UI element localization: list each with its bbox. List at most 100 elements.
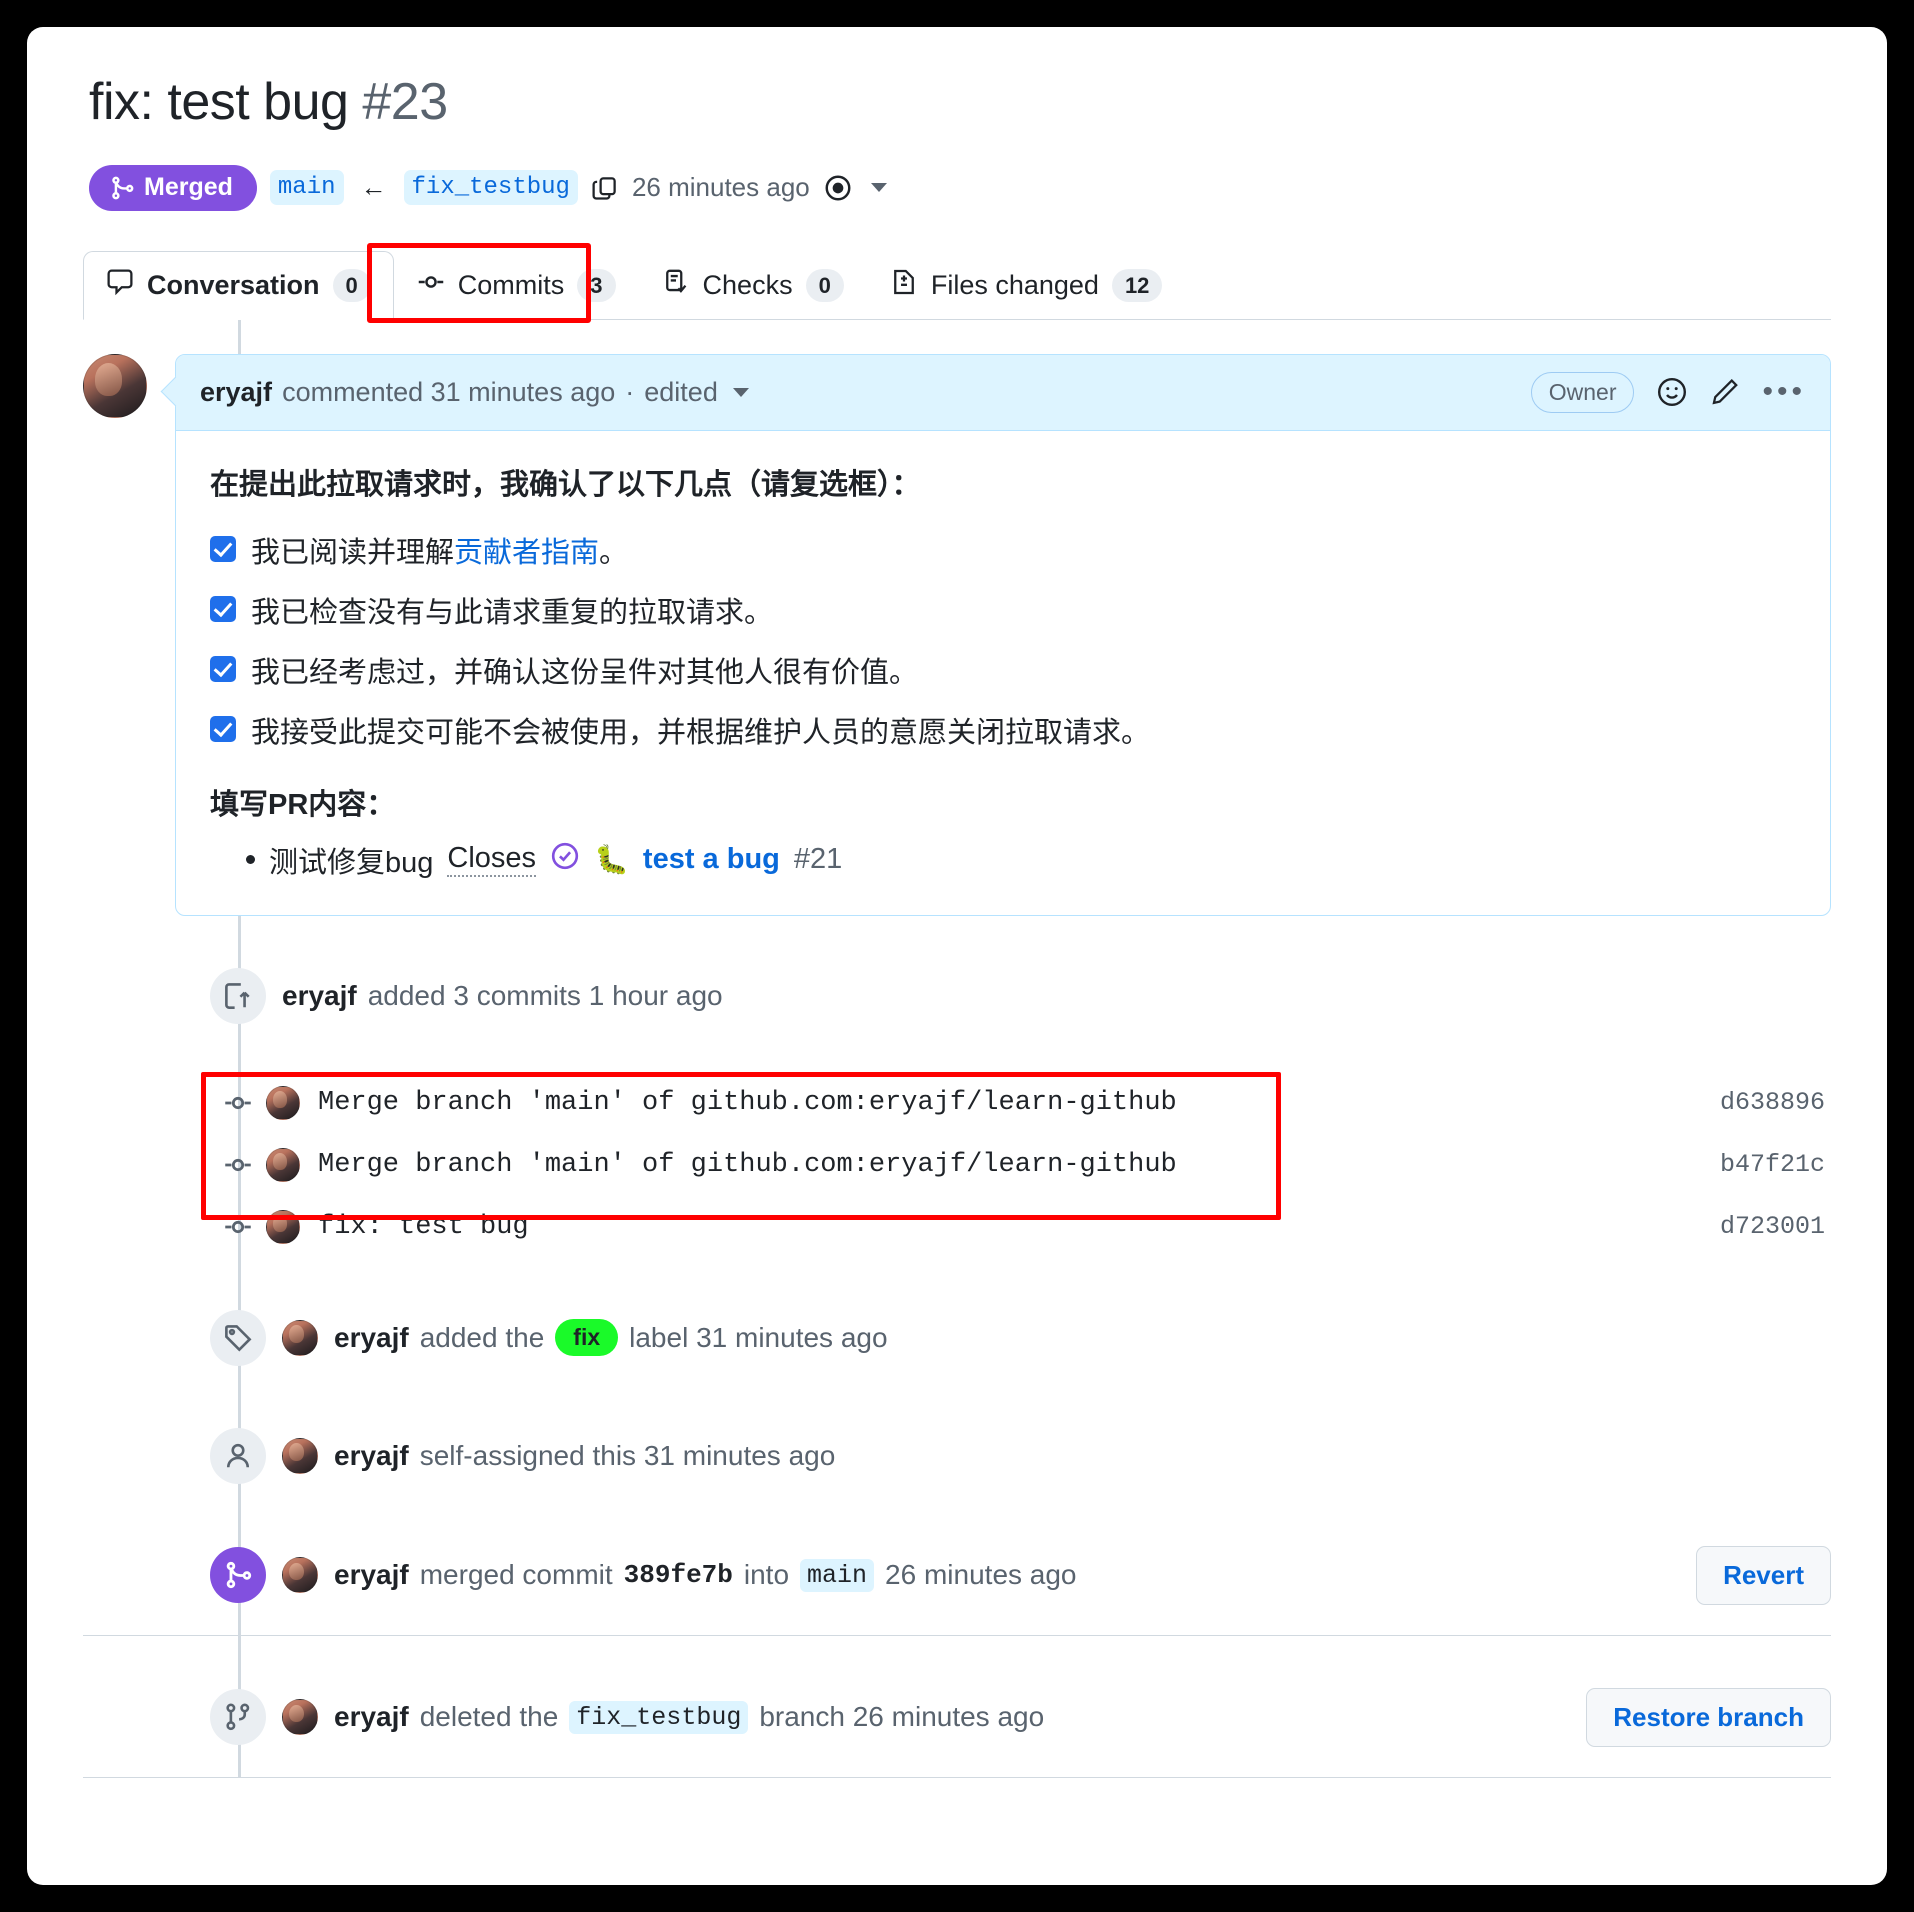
bullet-text: 测试修复bug <box>269 846 434 879</box>
checklist-item: 我已经考虑过，并确认这份呈件对其他人很有价值。 <box>210 649 1796 691</box>
commit-message[interactable]: Merge branch 'main' of github.com:eryajf… <box>318 1150 1177 1180</box>
comment-icon <box>106 268 134 303</box>
tab-files-changed-count: 12 <box>1111 268 1163 303</box>
checklist-item: 我已阅读并理解贡献者指南。 <box>210 529 1796 571</box>
person-icon <box>210 1427 266 1484</box>
avatar[interactable] <box>266 1147 300 1182</box>
comment-edited[interactable]: edited <box>644 377 718 408</box>
merged-target-branch[interactable]: main <box>800 1558 875 1592</box>
event-merged-text: eryajf merged commit 389fe7b into main 2… <box>334 1558 1077 1592</box>
event-pre-text: merged commit <box>419 1559 613 1591</box>
comment-body-title: 在提出此拉取请求时，我确认了以下几点（请复选框）： <box>210 468 921 501</box>
checkbox-checked[interactable] <box>210 655 236 682</box>
pr-tabs: Conversation 0 Commits 3 Checks 0 Files … <box>83 250 1831 320</box>
restore-branch-button[interactable]: Restore branch <box>1586 1687 1831 1747</box>
avatar[interactable] <box>266 1085 300 1120</box>
revert-button[interactable]: Revert <box>1696 1545 1831 1605</box>
event-author[interactable]: eryajf <box>334 1701 409 1733</box>
owner-badge: Owner <box>1530 371 1635 413</box>
comment-action: commented 31 minutes ago <box>282 376 616 407</box>
avatar[interactable] <box>266 1209 300 1244</box>
page-title: fix: test bug #23 <box>89 73 1887 133</box>
commit-icon <box>417 268 445 303</box>
event-deleted-branch: eryajf deleted the fix_testbug branch 26… <box>83 1687 1831 1747</box>
pr-meta-row: Merged main ← fix_testbug 26 minutes ago <box>89 164 1887 211</box>
comment-block: eryajf commented 31 minutes ago · edited… <box>83 353 1831 916</box>
checkbox-checked[interactable] <box>210 535 236 562</box>
checks-icon <box>662 268 690 303</box>
timeline-divider-bottom <box>83 1776 1831 1778</box>
checklist-item: 我接受此提交可能不会被使用，并根据维护人员的意愿关闭拉取请求。 <box>210 709 1796 751</box>
head-branch-chip[interactable]: fix_testbug <box>403 170 578 206</box>
comment-body: 在提出此拉取请求时，我确认了以下几点（请复选框）： 我已阅读并理解贡献者指南。 … <box>176 431 1830 915</box>
commit-sha[interactable]: b47f21c <box>1720 1150 1831 1179</box>
commit-message[interactable]: fix: test bug <box>318 1212 529 1242</box>
commit-node-icon <box>210 1088 266 1118</box>
event-added-commits: eryajf added 3 commits 1 hour ago <box>83 967 1831 1024</box>
base-branch-chip[interactable]: main <box>269 170 344 206</box>
comment-bullet-item: 测试修复bug Closes 🐛 test a bug #21 <box>246 839 1796 881</box>
avatar[interactable] <box>282 1437 318 1474</box>
pr-tabs-wrapper: Conversation 0 Commits 3 Checks 0 Files … <box>27 242 1887 323</box>
commit-node-icon <box>210 1150 266 1180</box>
issue-link[interactable]: test a bug <box>643 843 780 876</box>
event-assign-text: eryajf self-assigned this 31 minutes ago <box>334 1440 835 1472</box>
checklist-item-text: 我接受此提交可能不会被使用，并根据维护人员的意愿关闭拉取请求。 <box>251 716 1151 749</box>
emoji-reaction-icon[interactable] <box>1656 376 1688 408</box>
checklist-item-text: 我已经考虑过，并确认这份呈件对其他人很有价值。 <box>251 656 919 689</box>
merged-commit-sha[interactable]: 389fe7b <box>624 1560 733 1590</box>
event-post-text: 26 minutes ago <box>885 1559 1077 1591</box>
tab-commits[interactable]: Commits 3 <box>394 251 639 320</box>
avatar[interactable] <box>83 353 147 418</box>
commit-message[interactable]: Merge branch 'main' of github.com:eryajf… <box>318 1088 1177 1118</box>
tab-files-changed[interactable]: Files changed 12 <box>867 251 1186 320</box>
chevron-down-icon[interactable] <box>732 387 749 397</box>
merge-icon <box>210 1547 266 1604</box>
status-badge-label: Merged <box>144 173 233 202</box>
tab-conversation-count: 0 <box>332 268 371 303</box>
commit-sha[interactable]: d638896 <box>1720 1088 1831 1117</box>
comment-card: eryajf commented 31 minutes ago · edited… <box>175 353 1831 916</box>
commit-sha[interactable]: d723001 <box>1720 1212 1831 1241</box>
comment-separator: · <box>625 376 635 407</box>
copy-icon[interactable] <box>591 174 619 202</box>
chevron-down-icon[interactable] <box>870 183 887 193</box>
label-badge[interactable]: fix <box>555 1318 619 1357</box>
checklist-item-text: 我已检查没有与此请求重复的拉取请求。 <box>251 596 774 629</box>
branch-icon <box>210 1689 266 1746</box>
event-deleted-branch-text: eryajf deleted the fix_testbug branch 26… <box>334 1700 1044 1734</box>
commits-list: Merge branch 'main' of github.com:eryajf… <box>83 1071 1831 1258</box>
commit-node-icon <box>210 1212 266 1242</box>
event-description: self-assigned this 31 minutes ago <box>419 1439 836 1471</box>
event-pre-text: added the <box>419 1321 545 1353</box>
tab-conversation-label: Conversation <box>147 269 320 300</box>
tab-checks-count: 0 <box>805 268 844 303</box>
eye-icon[interactable] <box>823 173 853 203</box>
event-description: added 3 commits 1 hour ago <box>367 979 723 1011</box>
event-author[interactable]: eryajf <box>282 980 357 1012</box>
contributing-guide-link[interactable]: 贡献者指南 <box>454 537 599 569</box>
pr-number: #23 <box>362 73 448 131</box>
tag-icon <box>210 1309 266 1366</box>
checkbox-checked[interactable] <box>210 715 236 742</box>
edit-pencil-icon[interactable] <box>1710 377 1740 407</box>
avatar[interactable] <box>282 1699 318 1736</box>
deleted-branch-name: fix_testbug <box>569 1700 749 1734</box>
merged-time: 26 minutes ago <box>631 172 810 203</box>
pr-page: fix: test bug #23 Merged main ← fix_test… <box>27 27 1887 1885</box>
tab-conversation[interactable]: Conversation 0 <box>83 250 394 320</box>
event-author[interactable]: eryajf <box>334 1559 409 1591</box>
event-author[interactable]: eryajf <box>334 1322 409 1354</box>
tab-checks[interactable]: Checks 0 <box>639 251 867 320</box>
bullet-dot-icon <box>246 855 255 865</box>
comment-subtitle: 填写PR内容： <box>210 788 396 821</box>
checkbox-checked[interactable] <box>210 595 236 622</box>
comment-author[interactable]: eryajf <box>200 377 272 408</box>
pr-title-text: fix: test bug <box>89 73 349 131</box>
more-options-icon[interactable]: ••• <box>1762 377 1806 407</box>
event-mid-text: into <box>743 1559 790 1591</box>
checklist-item-text: 我已阅读并理解贡献者指南。 <box>251 536 629 569</box>
event-author[interactable]: eryajf <box>334 1440 409 1472</box>
avatar[interactable] <box>282 1319 318 1356</box>
avatar[interactable] <box>282 1557 318 1594</box>
